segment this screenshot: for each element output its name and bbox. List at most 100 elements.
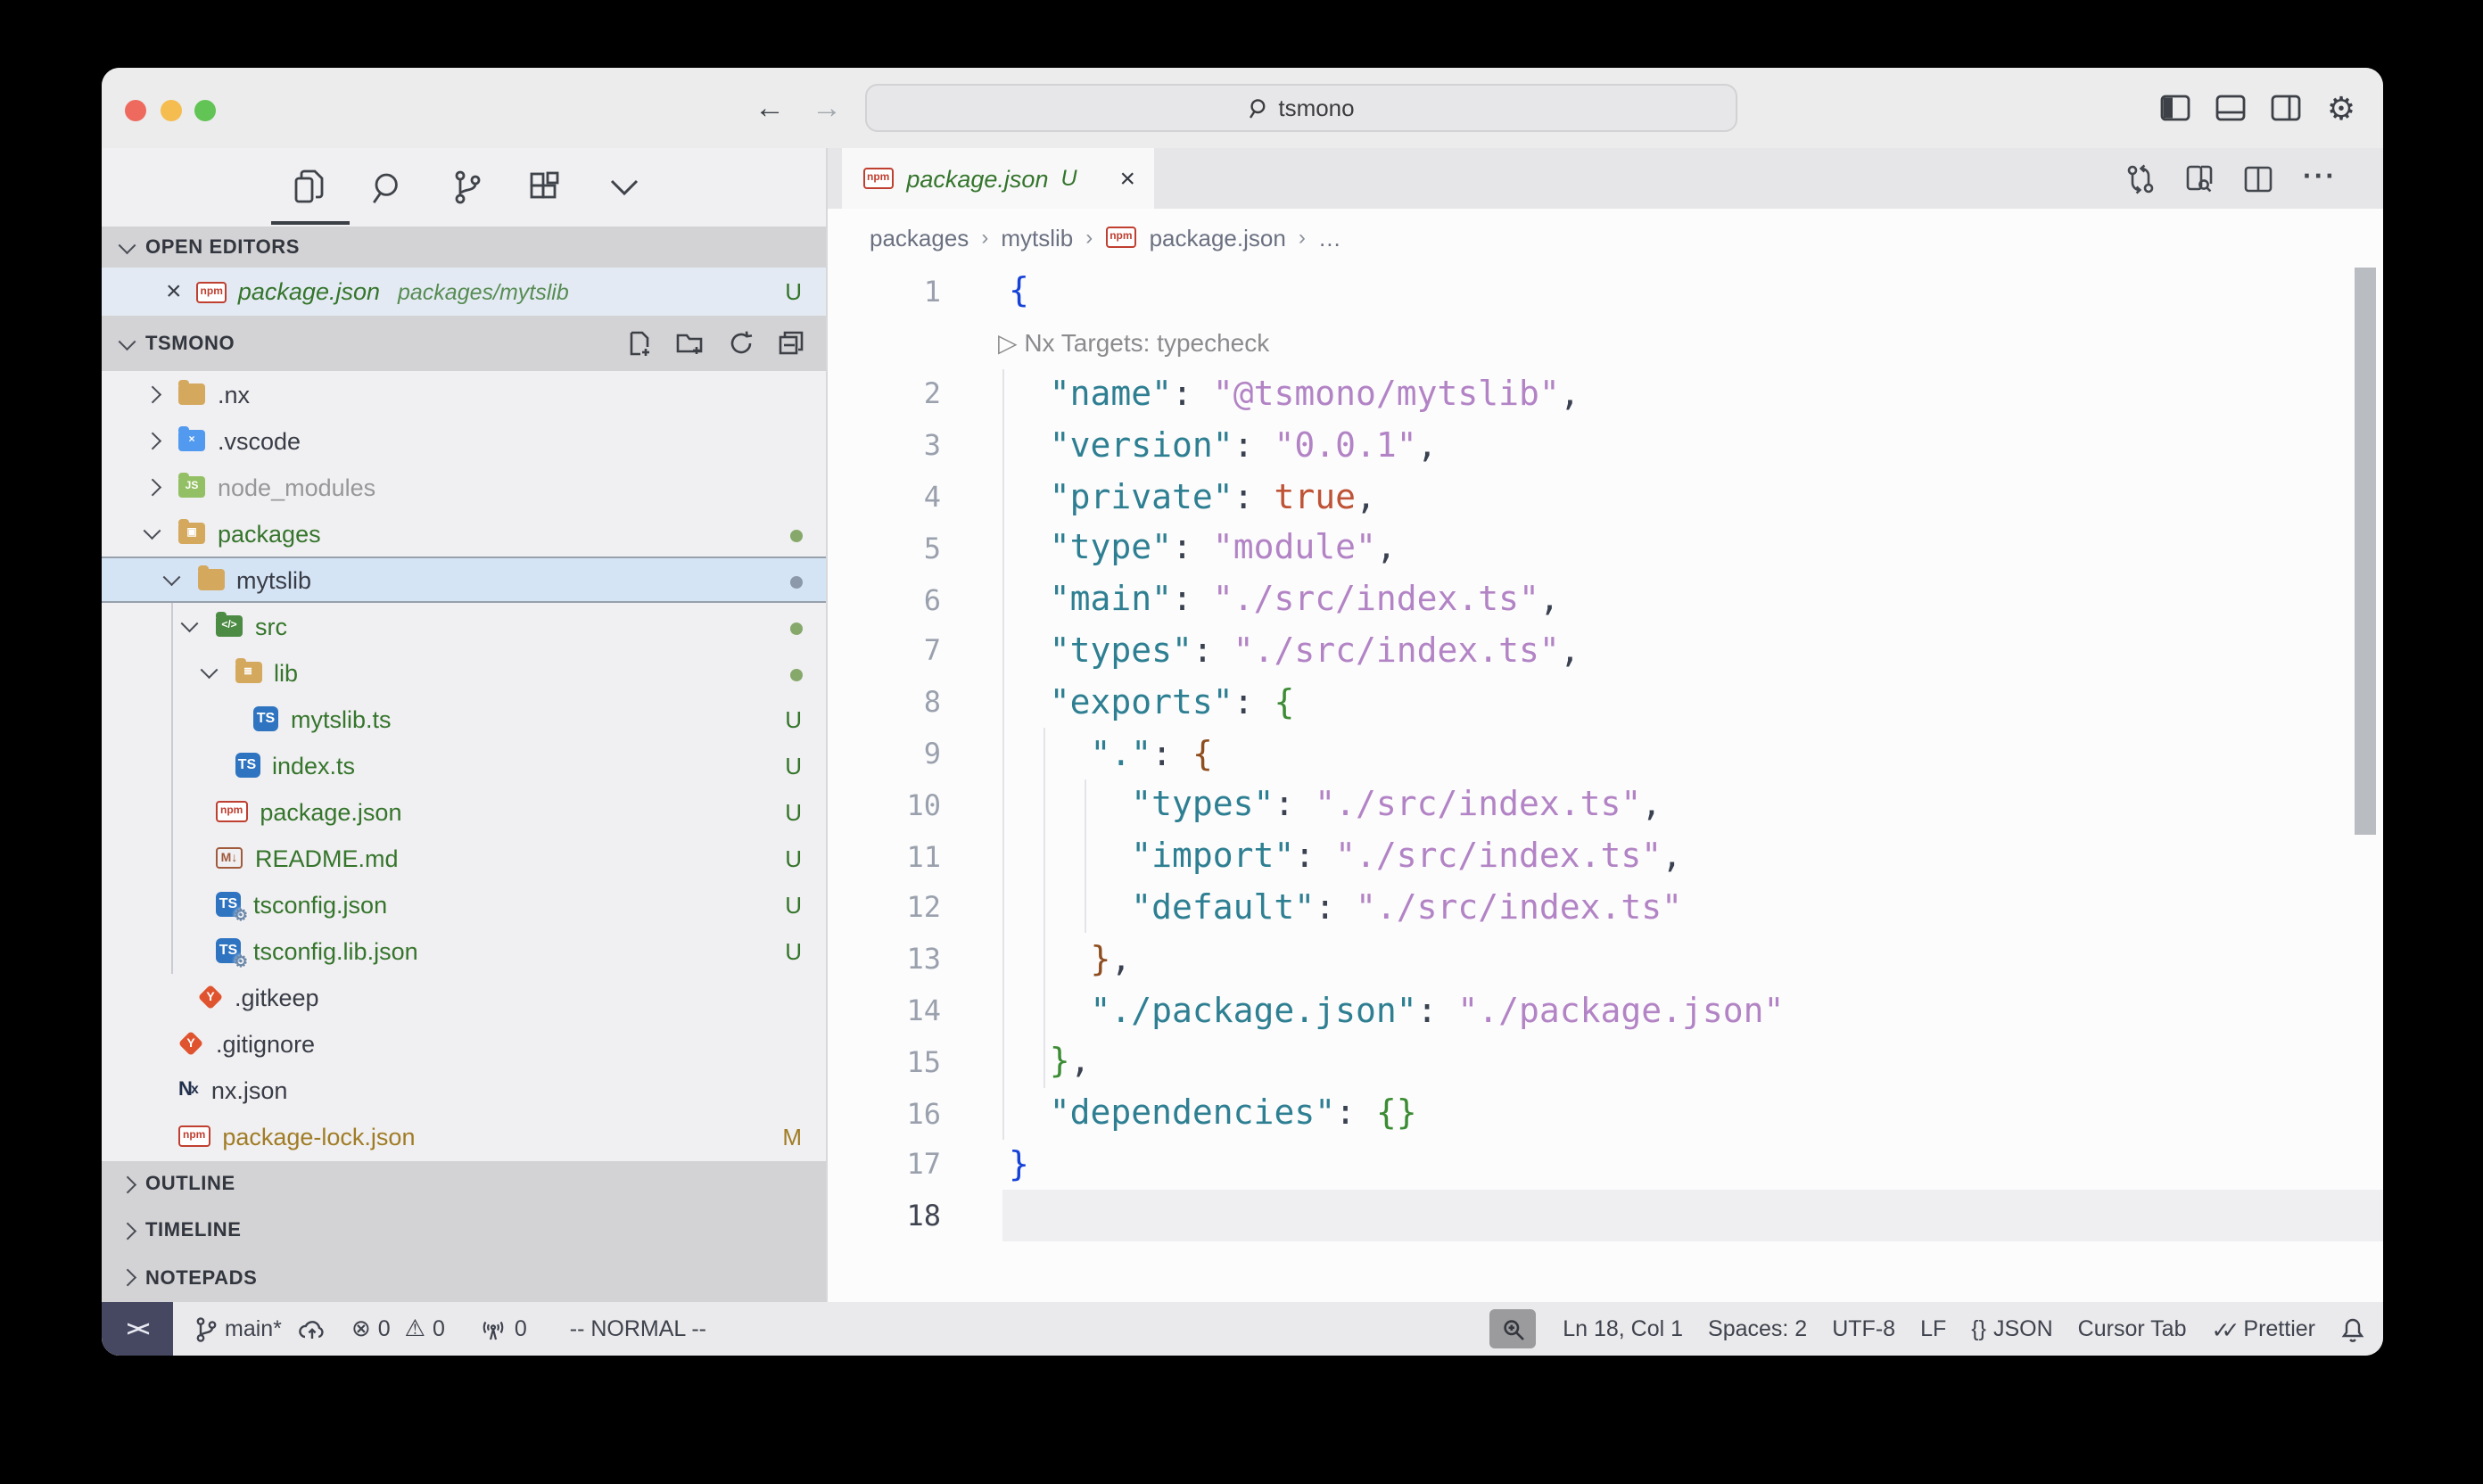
breadcrumb-item[interactable]: package.json <box>1150 224 1286 251</box>
indentation[interactable]: Spaces: 2 <box>1695 1302 1819 1356</box>
tree-item-lib[interactable]: ≣lib <box>102 649 825 696</box>
collapse-all-icon[interactable] <box>777 330 804 357</box>
code-line-1[interactable]: 1{ <box>827 266 2383 317</box>
code-line-9[interactable]: 9 ".": { <box>827 728 2383 779</box>
problems-status[interactable]: ⊗ 0 ⚠ 0 <box>339 1302 458 1356</box>
tree-item-packages[interactable]: ▣packages <box>102 510 825 556</box>
split-editor-icon[interactable] <box>2244 165 2273 192</box>
go-forward-button[interactable]: → <box>812 68 842 148</box>
line-number: 2 <box>827 377 941 411</box>
eol-sequence[interactable]: LF <box>1908 1302 1959 1356</box>
vim-mode-indicator[interactable]: -- NORMAL -- <box>557 1302 719 1356</box>
tree-item-label: tsconfig.lib.json <box>253 937 418 964</box>
code-text: "default": "./src/index.ts" <box>1009 888 1682 928</box>
code-line-17[interactable]: 17} <box>827 1139 2383 1191</box>
tree-item--nx[interactable]: .nx <box>102 371 825 417</box>
code-editor[interactable]: 1{ ▷ Nx Targets: typecheck 2 "name": "@tsm… <box>827 266 2383 1302</box>
codelens-row[interactable]: ▷ Nx Targets: typecheck <box>827 317 2383 369</box>
tree-item--gitignore[interactable]: Y.gitignore <box>102 1020 825 1067</box>
code-line-10[interactable]: 10 "types": "./src/index.ts", <box>827 779 2383 831</box>
cursor-position[interactable]: Ln 18, Col 1 <box>1550 1302 1695 1356</box>
publish-cloud-icon <box>298 1317 326 1340</box>
line-number: 5 <box>827 532 941 565</box>
tab-package-json[interactable]: npm package.json U × <box>841 148 1153 209</box>
breadcrumb-item[interactable]: packages <box>870 224 969 251</box>
zoom-indicator[interactable] <box>1489 1309 1536 1348</box>
extensions-icon[interactable] <box>526 169 564 206</box>
notifications-bell[interactable] <box>2328 1302 2369 1356</box>
code-line-18[interactable]: 18 <box>827 1191 2383 1242</box>
tree-item-package-json[interactable]: npmpackage.jsonU <box>102 788 825 835</box>
code-line-8[interactable]: 8 "exports": { <box>827 677 2383 729</box>
ports-status[interactable]: 0 <box>468 1302 540 1356</box>
workspace-header[interactable]: TSMONO <box>102 316 825 371</box>
code-text: "types": "./src/index.ts", <box>1009 631 1580 671</box>
close-tab-icon[interactable]: × <box>1119 163 1135 194</box>
code-line-12[interactable]: 12 "default": "./src/index.ts" <box>827 882 2383 934</box>
outline-section-header[interactable]: OUTLINE <box>102 1161 825 1208</box>
code-line-2[interactable]: 2 "name": "@tsmono/mytslib", <box>827 368 2383 420</box>
tree-item-index-ts[interactable]: TSindex.tsU <box>102 742 825 788</box>
tree-item-src[interactable]: </>src <box>102 603 825 649</box>
code-line-13[interactable]: 13 }, <box>827 934 2383 985</box>
toggle-secondary-sidebar-icon[interactable] <box>2269 91 2303 125</box>
zoom-window-button[interactable] <box>194 101 216 122</box>
code-line-14[interactable]: 14 "./package.json": "./package.json" <box>827 985 2383 1036</box>
explorer-icon[interactable] <box>291 169 328 206</box>
go-back-button[interactable]: ← <box>755 68 785 148</box>
vertical-scrollbar[interactable] <box>2355 268 2376 835</box>
remote-indicator[interactable]: >< <box>102 1302 173 1356</box>
tree-item-mytslib-ts[interactable]: TSmytslib.tsU <box>102 696 825 742</box>
codelens-nx-targets[interactable]: ▷ Nx Targets: typecheck <box>998 327 1269 358</box>
open-preview-icon[interactable] <box>2185 164 2214 193</box>
git-icon: Y <box>178 1031 203 1056</box>
folder-node-icon: JS <box>178 477 205 498</box>
code-line-15[interactable]: 15 }, <box>827 1036 2383 1088</box>
tree-item-tsconfig-json[interactable]: TStsconfig.jsonU <box>102 881 825 928</box>
compare-changes-icon[interactable] <box>2126 163 2155 194</box>
minimize-window-button[interactable] <box>161 101 182 122</box>
tree-item-tsconfig-lib-json[interactable]: TStsconfig.lib.jsonU <box>102 928 825 974</box>
code-line-3[interactable]: 3 "version": "0.0.1", <box>827 420 2383 472</box>
line-number: 6 <box>827 582 941 616</box>
timeline-section-header[interactable]: TIMELINE <box>102 1208 825 1256</box>
code-line-6[interactable]: 6 "main": "./src/index.ts", <box>827 574 2383 626</box>
tree-item-nx-json[interactable]: Nnx.json <box>102 1067 825 1113</box>
refresh-icon[interactable] <box>727 330 754 357</box>
close-editor-icon[interactable]: × <box>166 276 182 307</box>
open-editor-item[interactable]: × npm package.json packages/mytslib U <box>102 268 825 316</box>
toggle-primary-sidebar-icon[interactable] <box>2158 91 2192 125</box>
language-mode[interactable]: {} JSON <box>1959 1302 2065 1356</box>
formatter-status[interactable]: ✓✓ Prettier <box>2199 1302 2329 1356</box>
command-center-search[interactable]: tsmono <box>865 84 1737 132</box>
close-window-button[interactable] <box>125 101 146 122</box>
more-views-chevron-icon[interactable] <box>605 169 642 206</box>
new-file-icon[interactable] <box>625 330 652 357</box>
breadcrumb-item[interactable]: mytslib <box>1001 224 1073 251</box>
breadcrumb-tail[interactable]: … <box>1318 224 1341 251</box>
tree-item--vscode[interactable]: ×.vscode <box>102 417 825 464</box>
tree-item--gitkeep[interactable]: Y.gitkeep <box>102 974 825 1020</box>
open-editors-header[interactable]: OPEN EDITORS <box>102 227 825 268</box>
tree-item-mytslib[interactable]: mytslib <box>102 556 825 603</box>
tree-item-node-modules[interactable]: JSnode_modules <box>102 464 825 510</box>
title-bar[interactable]: ← → tsmono ⚙ <box>102 68 2383 148</box>
code-line-16[interactable]: 16 "dependencies": {} <box>827 1088 2383 1140</box>
code-line-4[interactable]: 4 "private": true, <box>827 471 2383 523</box>
branch-status[interactable]: main* <box>173 1302 339 1356</box>
toggle-panel-icon[interactable] <box>2214 91 2248 125</box>
tree-item-readme-md[interactable]: M↓README.mdU <box>102 835 825 881</box>
more-actions-icon[interactable]: ··· <box>2303 162 2337 194</box>
code-line-5[interactable]: 5 "type": "module", <box>827 523 2383 574</box>
notepads-section-header[interactable]: NOTEPADS <box>102 1255 825 1302</box>
cursor-tab-status[interactable]: Cursor Tab <box>2066 1302 2199 1356</box>
settings-gear-icon[interactable]: ⚙ <box>2324 91 2358 125</box>
search-view-icon[interactable] <box>369 169 407 206</box>
tree-item-package-lock-json[interactable]: npmpackage-lock.jsonM <box>102 1113 825 1159</box>
git-status-badge: U <box>785 845 825 871</box>
source-control-icon[interactable] <box>448 169 485 206</box>
code-line-11[interactable]: 11 "import": "./src/index.ts", <box>827 831 2383 883</box>
encoding[interactable]: UTF-8 <box>1819 1302 1908 1356</box>
code-line-7[interactable]: 7 "types": "./src/index.ts", <box>827 625 2383 677</box>
new-folder-icon[interactable] <box>675 330 704 357</box>
